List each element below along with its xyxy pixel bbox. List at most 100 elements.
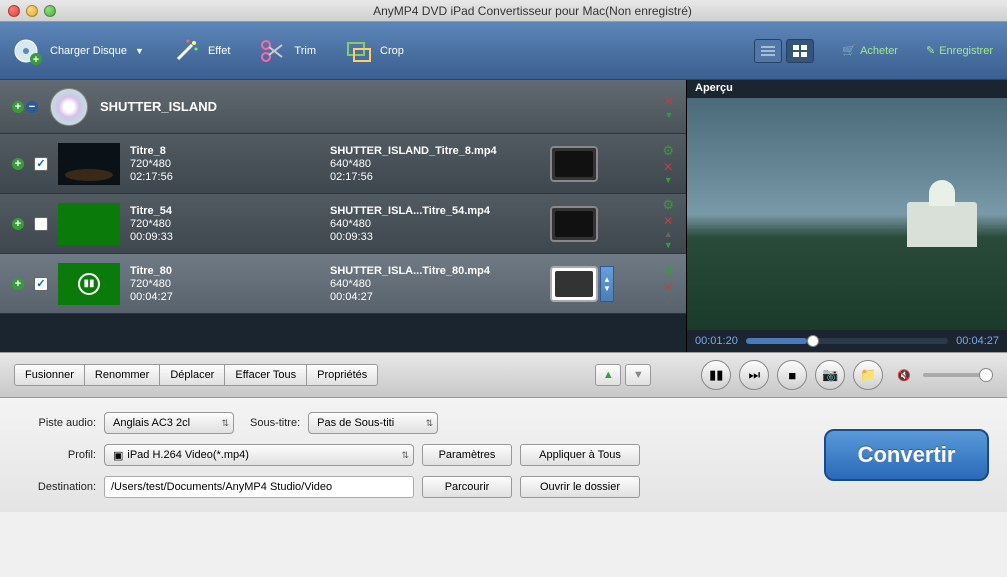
- window-title: AnyMP4 DVD iPad Convertisseur pour Mac(N…: [66, 4, 999, 18]
- thumbnail: [58, 143, 120, 185]
- subtitle-select[interactable]: Pas de Sous-titi: [308, 412, 438, 434]
- list-view-button[interactable]: [754, 39, 782, 63]
- output-name: SHUTTER_ISLAND_Titre_8.mp4: [330, 145, 540, 157]
- title-row[interactable]: + Titre_8 720*480 02:17:56 SHUTTER_ISLAN…: [0, 134, 686, 194]
- title-row[interactable]: + Titre_54 720*480 00:09:33 SHUTTER_ISLA…: [0, 194, 686, 254]
- trim-button[interactable]: Trim: [258, 37, 316, 65]
- controls-bar: Fusionner Renommer Déplacer Effacer Tous…: [0, 352, 1007, 398]
- source-dur: 00:04:27: [130, 291, 320, 303]
- svg-text:+: +: [33, 54, 39, 65]
- row-checkbox[interactable]: [34, 157, 48, 171]
- register-link[interactable]: ✎Enregistrer: [926, 44, 993, 57]
- zoom-icon[interactable]: [44, 5, 56, 17]
- thumbnail: [58, 203, 120, 245]
- stop-button[interactable]: ■: [777, 360, 807, 390]
- subtitle-label: Sous-titre:: [250, 417, 300, 429]
- pen-icon: ✎: [926, 44, 935, 57]
- output-res: 640*480: [330, 278, 540, 290]
- time-total: 00:04:27: [956, 335, 999, 347]
- wand-icon: [172, 37, 200, 65]
- effect-button[interactable]: Effet: [172, 37, 230, 65]
- effect-label: Effet: [208, 45, 230, 57]
- rename-button[interactable]: Renommer: [84, 364, 159, 386]
- snapshot-button[interactable]: 📷: [815, 360, 845, 390]
- volume-icon[interactable]: 🔇: [897, 369, 911, 382]
- move-down-button[interactable]: ▼: [625, 364, 651, 386]
- move-down-icon[interactable]: ▼: [664, 240, 673, 250]
- profile-select[interactable]: ▣iPad H.264 Video(*.mp4): [104, 444, 414, 466]
- row-checkbox[interactable]: [34, 217, 48, 231]
- parameters-button[interactable]: Paramètres: [422, 444, 512, 466]
- output-dur: 02:17:56: [330, 171, 540, 183]
- audio-track-select[interactable]: Anglais AC3 2cl: [104, 412, 234, 434]
- minimize-icon[interactable]: [26, 5, 38, 17]
- next-button[interactable]: ⏭: [739, 360, 769, 390]
- gear-icon[interactable]: ⚙: [662, 143, 674, 159]
- crop-button[interactable]: Crop: [344, 37, 404, 65]
- output-dur: 00:04:27: [330, 291, 540, 303]
- device-icon[interactable]: [550, 206, 598, 242]
- file-list-pane: + − SHUTTER_ISLAND ✕ ▼ + Titre_8 720*480…: [0, 80, 687, 352]
- source-title: Titre_80: [130, 265, 320, 277]
- merge-button[interactable]: Fusionner: [14, 364, 84, 386]
- title-row[interactable]: + Titre_80 720*480 00:04:27 SHUTTER_ISLA…: [0, 254, 686, 314]
- output-name: SHUTTER_ISLA...Titre_80.mp4: [330, 265, 540, 277]
- output-dur: 00:09:33: [330, 231, 540, 243]
- seek-slider[interactable]: [746, 338, 948, 344]
- move-down-icon[interactable]: ▼: [664, 175, 673, 185]
- close-icon[interactable]: [8, 5, 20, 17]
- load-disc-button[interactable]: + Charger Disque ▼: [14, 37, 144, 65]
- disc-plus-icon: +: [14, 37, 42, 65]
- device-icon[interactable]: [550, 266, 598, 302]
- buy-link[interactable]: 🛒Acheter: [842, 44, 898, 57]
- apply-all-button[interactable]: Appliquer à Tous: [520, 444, 640, 466]
- source-title: Titre_8: [130, 145, 320, 157]
- main-toolbar: + Charger Disque ▼ Effet Trim Crop 🛒Ache…: [0, 22, 1007, 80]
- disc-header-row[interactable]: + − SHUTTER_ISLAND ✕ ▼: [0, 80, 686, 134]
- gear-icon[interactable]: ⚙: [662, 263, 674, 279]
- gear-icon[interactable]: ⚙: [662, 197, 674, 213]
- open-folder-button[interactable]: Ouvrir le dossier: [520, 476, 640, 498]
- pause-button[interactable]: ▮▮: [701, 360, 731, 390]
- expand-icon[interactable]: +: [12, 218, 24, 230]
- device-dropdown[interactable]: ▲▼: [600, 266, 614, 302]
- remove-row-icon[interactable]: ✕: [663, 160, 673, 174]
- remove-disc-icon[interactable]: ✕: [664, 94, 674, 108]
- preview-video: [687, 98, 1007, 330]
- volume-slider[interactable]: [923, 373, 993, 377]
- move-up-icon[interactable]: ▲: [664, 295, 673, 305]
- convert-button[interactable]: Convertir: [824, 429, 989, 481]
- move-up-button[interactable]: ▲: [595, 364, 621, 386]
- properties-button[interactable]: Propriétés: [306, 364, 378, 386]
- destination-field[interactable]: /Users/test/Documents/AnyMP4 Studio/Vide…: [104, 476, 414, 498]
- source-res: 720*480: [130, 278, 320, 290]
- bottom-panel: Piste audio: Anglais AC3 2cl Sous-titre:…: [0, 398, 1007, 512]
- source-dur: 02:17:56: [130, 171, 320, 183]
- disc-name: SHUTTER_ISLAND: [100, 99, 217, 114]
- clear-all-button[interactable]: Effacer Tous: [224, 364, 306, 386]
- traffic-lights: [8, 5, 56, 17]
- preview-pane: Aperçu 00:01:20 00:04:27: [687, 80, 1007, 352]
- expand-icon[interactable]: +: [12, 101, 24, 113]
- chevron-down-icon: ▼: [135, 46, 144, 56]
- device-icon[interactable]: [550, 146, 598, 182]
- remove-row-icon[interactable]: ✕: [663, 280, 673, 294]
- move-up-icon[interactable]: ▲: [664, 229, 673, 239]
- collapse-icon[interactable]: −: [26, 101, 38, 113]
- audio-track-label: Piste audio:: [18, 417, 96, 429]
- remove-row-icon[interactable]: ✕: [663, 214, 673, 228]
- move-button[interactable]: Déplacer: [159, 364, 224, 386]
- scissors-icon: [258, 37, 286, 65]
- source-title: Titre_54: [130, 205, 320, 217]
- move-down-icon[interactable]: ▼: [665, 110, 674, 120]
- grid-view-button[interactable]: [786, 39, 814, 63]
- time-bar: 00:01:20 00:04:27: [687, 330, 1007, 352]
- open-folder-button[interactable]: 📁: [853, 360, 883, 390]
- thumbnail: [58, 263, 120, 305]
- expand-icon[interactable]: +: [12, 278, 24, 290]
- browse-button[interactable]: Parcourir: [422, 476, 512, 498]
- cart-icon: 🛒: [842, 44, 856, 57]
- disc-icon: [50, 88, 88, 126]
- expand-icon[interactable]: +: [12, 158, 24, 170]
- row-checkbox[interactable]: [34, 277, 48, 291]
